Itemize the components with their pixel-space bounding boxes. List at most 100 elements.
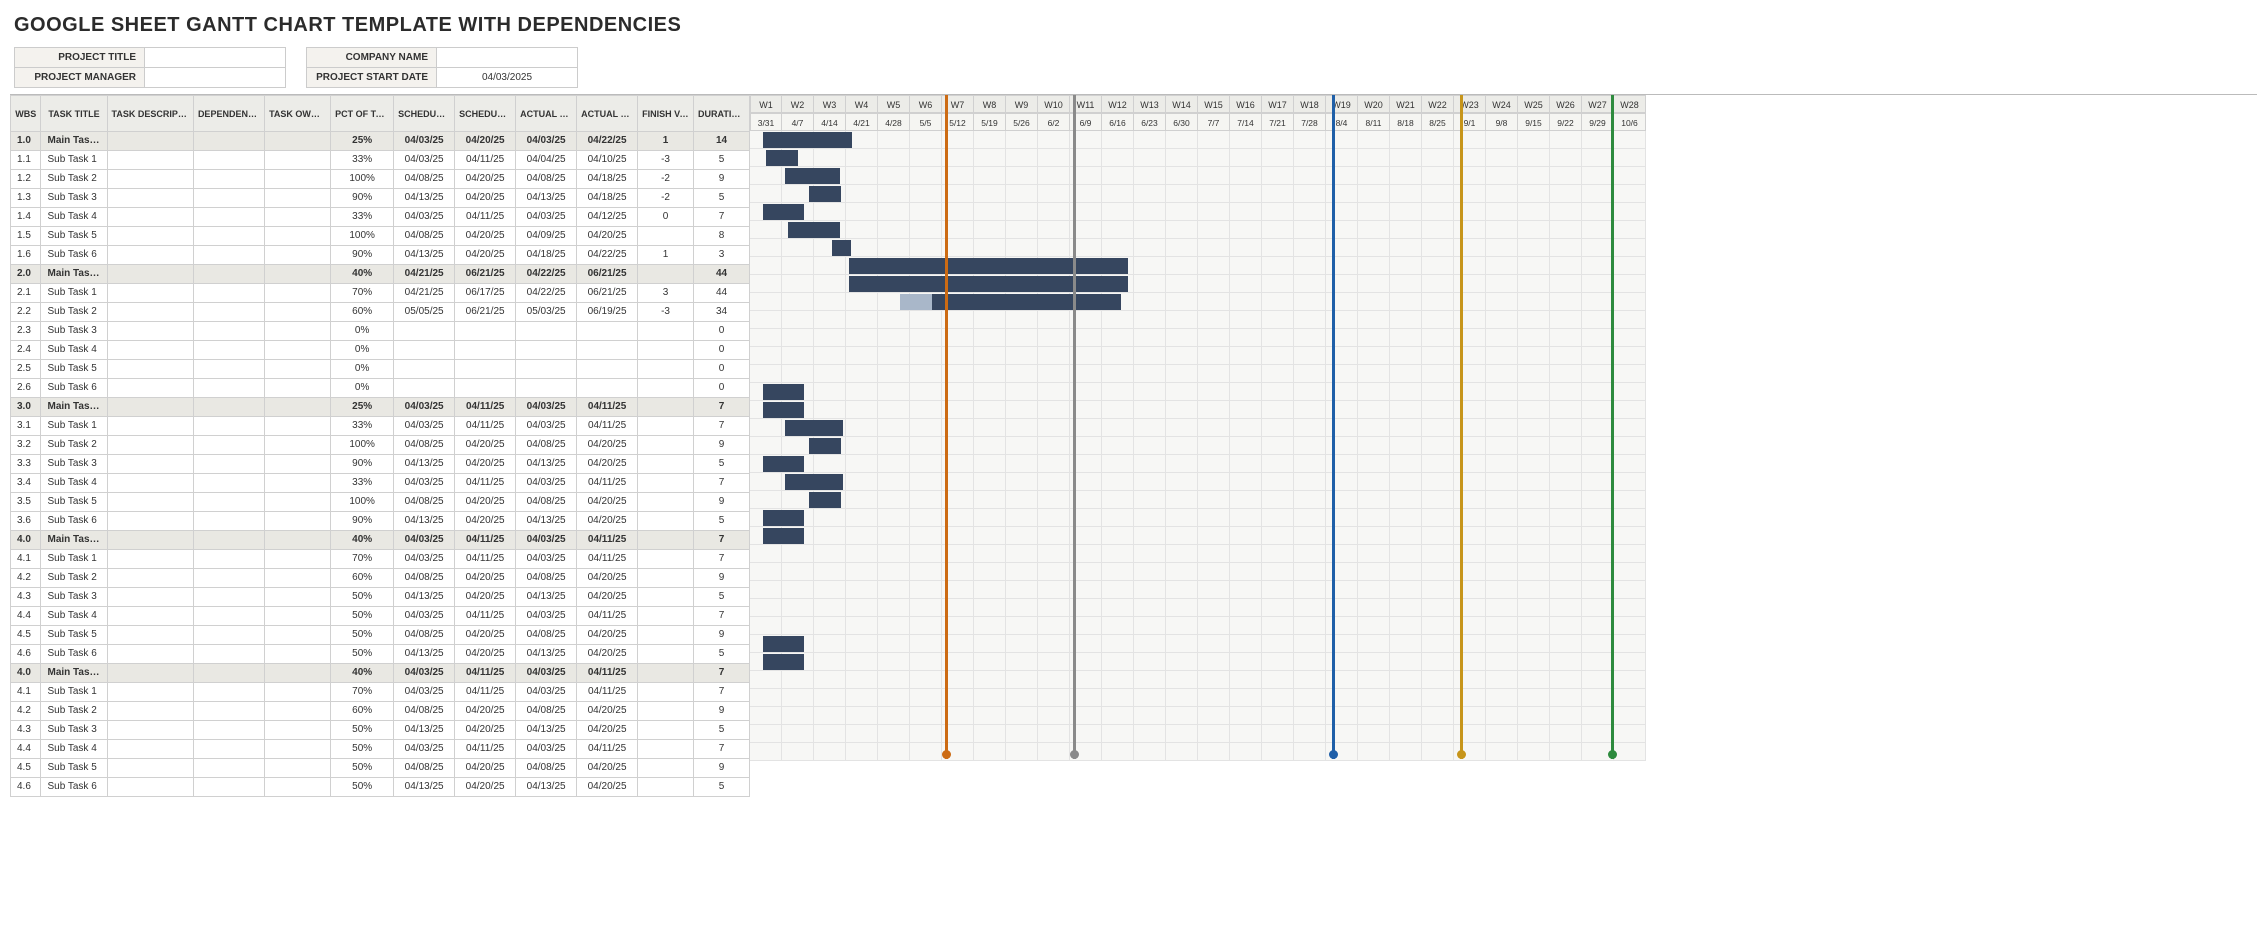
cell[interactable] (638, 474, 694, 493)
cell[interactable] (107, 626, 193, 645)
cell[interactable]: 04/20/25 (577, 645, 638, 664)
cell[interactable] (193, 778, 264, 797)
cell[interactable]: 50% (331, 778, 394, 797)
cell[interactable]: 04/08/25 (516, 436, 577, 455)
cell[interactable] (638, 512, 694, 531)
cell[interactable]: 04/20/25 (455, 588, 516, 607)
cell[interactable] (193, 493, 264, 512)
cell[interactable] (638, 417, 694, 436)
gantt-row[interactable] (750, 329, 2257, 347)
cell[interactable]: 5 (694, 721, 750, 740)
cell[interactable]: 04/20/25 (577, 721, 638, 740)
cell[interactable]: 04/20/25 (455, 436, 516, 455)
gantt-row[interactable] (750, 131, 2257, 149)
meta-value[interactable] (145, 48, 285, 67)
gantt-row[interactable] (750, 167, 2257, 185)
cell[interactable]: 04/20/25 (577, 436, 638, 455)
cell[interactable]: 04/03/25 (516, 683, 577, 702)
cell[interactable]: 4.6 (11, 778, 41, 797)
cell[interactable]: 04/22/25 (516, 284, 577, 303)
cell[interactable]: Sub Task 3 (41, 721, 107, 740)
cell[interactable]: 9 (694, 170, 750, 189)
cell[interactable]: 40% (331, 531, 394, 550)
cell[interactable] (193, 455, 264, 474)
cell[interactable]: Sub Task 4 (41, 341, 107, 360)
cell[interactable]: 9 (694, 702, 750, 721)
cell[interactable] (638, 626, 694, 645)
cell[interactable] (193, 265, 264, 284)
cell[interactable] (107, 493, 193, 512)
cell[interactable]: 04/10/25 (577, 151, 638, 170)
cell[interactable] (107, 265, 193, 284)
cell[interactable]: 4.5 (11, 759, 41, 778)
cell[interactable]: 0 (694, 360, 750, 379)
cell[interactable] (193, 189, 264, 208)
cell[interactable] (193, 360, 264, 379)
cell[interactable]: 04/18/25 (577, 170, 638, 189)
cell[interactable] (193, 436, 264, 455)
cell[interactable] (107, 417, 193, 436)
cell[interactable]: 100% (331, 493, 394, 512)
cell[interactable]: 44 (694, 284, 750, 303)
cell[interactable]: 04/20/25 (455, 246, 516, 265)
cell[interactable] (577, 322, 638, 341)
cell[interactable]: 1.5 (11, 227, 41, 246)
cell[interactable]: 2.5 (11, 360, 41, 379)
cell[interactable]: Sub Task 1 (41, 417, 107, 436)
cell[interactable]: 04/03/25 (516, 740, 577, 759)
cell[interactable]: 04/12/25 (577, 208, 638, 227)
gantt-bar[interactable] (809, 186, 841, 202)
cell[interactable]: 04/20/25 (455, 759, 516, 778)
cell[interactable]: 100% (331, 170, 394, 189)
cell[interactable]: 04/08/25 (516, 493, 577, 512)
cell[interactable]: 04/11/25 (577, 531, 638, 550)
task-row[interactable]: 3.3Sub Task 390%04/13/2504/20/2504/13/25… (11, 455, 750, 474)
cell[interactable] (516, 341, 577, 360)
cell[interactable]: 04/03/25 (516, 550, 577, 569)
cell[interactable] (107, 455, 193, 474)
cell[interactable]: 4.0 (11, 664, 41, 683)
cell[interactable]: 4.0 (11, 531, 41, 550)
cell[interactable]: 04/13/25 (516, 645, 577, 664)
cell[interactable]: 9 (694, 759, 750, 778)
gantt-row[interactable] (750, 365, 2257, 383)
cell[interactable] (107, 531, 193, 550)
cell[interactable]: Sub Task 6 (41, 379, 107, 398)
gantt-bar[interactable] (849, 276, 1127, 292)
cell[interactable] (193, 151, 264, 170)
cell[interactable]: 04/11/25 (455, 683, 516, 702)
cell[interactable] (107, 227, 193, 246)
gantt-row[interactable] (750, 509, 2257, 527)
cell[interactable]: 0 (694, 341, 750, 360)
task-row[interactable]: 4.1Sub Task 170%04/03/2504/11/2504/03/25… (11, 683, 750, 702)
cell[interactable] (394, 341, 455, 360)
cell[interactable]: 04/22/25 (577, 246, 638, 265)
cell[interactable] (265, 645, 331, 664)
cell[interactable]: 04/03/25 (394, 607, 455, 626)
cell[interactable]: 06/21/25 (455, 265, 516, 284)
cell[interactable] (107, 512, 193, 531)
cell[interactable] (265, 683, 331, 702)
cell[interactable]: 33% (331, 474, 394, 493)
cell[interactable]: 9 (694, 436, 750, 455)
cell[interactable] (638, 569, 694, 588)
cell[interactable] (265, 664, 331, 683)
cell[interactable]: 04/20/25 (455, 493, 516, 512)
cell[interactable]: 04/08/25 (394, 227, 455, 246)
cell[interactable]: 44 (694, 265, 750, 284)
meta-value[interactable] (437, 48, 577, 67)
gantt-row[interactable] (750, 203, 2257, 221)
gantt-bar[interactable] (763, 456, 805, 472)
cell[interactable]: 04/08/25 (394, 436, 455, 455)
cell[interactable]: 04/21/25 (394, 284, 455, 303)
cell[interactable] (107, 550, 193, 569)
cell[interactable]: 04/08/25 (394, 702, 455, 721)
cell[interactable] (193, 588, 264, 607)
cell[interactable] (107, 360, 193, 379)
cell[interactable] (638, 664, 694, 683)
gantt-bar[interactable] (809, 438, 841, 454)
cell[interactable]: 3.4 (11, 474, 41, 493)
cell[interactable] (107, 721, 193, 740)
cell[interactable]: 04/13/25 (394, 588, 455, 607)
cell[interactable]: 40% (331, 664, 394, 683)
